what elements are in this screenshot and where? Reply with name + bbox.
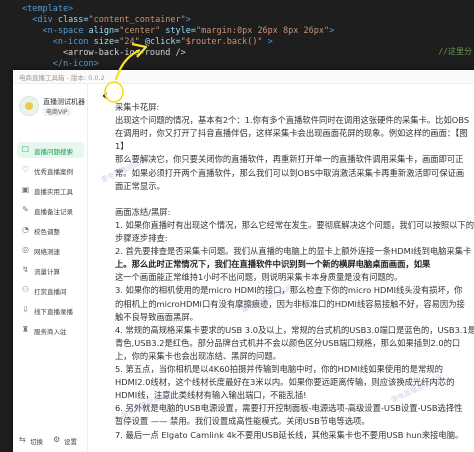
code-line: <template> [22, 4, 74, 14]
article-line: 步骤逐步排查: [115, 233, 168, 243]
article-line: 画面冻结/黑屏: [115, 206, 171, 217]
article-line: 的相机上的microHDMI口有没有摩擦痕迹，因为非标准口的HDMI线容易接触不… [115, 298, 465, 309]
sidebar-item[interactable]: ♜ 服务商入驻 [17, 322, 84, 338]
sidebar-item[interactable]: ↯ 流量计算 [17, 262, 84, 278]
sidebar-item[interactable]: ✎ 直播备注记录 [17, 202, 84, 218]
article-line: 青色,USB3.2是红色。部分品牌台式机并不会以颜色区分USB端口规格，那么如果… [115, 337, 461, 348]
sidebar-item-label: 流量计算 [34, 268, 60, 276]
sidebar-item-icon: ♡ [21, 165, 30, 174]
article-line: 这一个画面能正常维持1小时不出问题，则说明采集卡本身质量是没有问题的。 [115, 272, 403, 283]
article-content: ‹ 采集卡花屏: 出现这个问题的情况，基本有2个：1.你有多个直播软件同时在调用这… [89, 84, 474, 452]
sidebar-item-icon: ✎ [22, 205, 29, 214]
sidebar-item[interactable]: ▣ 直播实用工具 [17, 182, 84, 198]
code-line: <arrow-back-ios-round /> [22, 48, 186, 58]
gear-icon[interactable]: ⚙ [53, 435, 60, 444]
user-profile[interactable]: 直播测试机器 电商VIP [19, 92, 85, 122]
sidebar-item-icon: ↯ [22, 265, 29, 274]
sidebar-item-icon: ◔ [22, 225, 29, 234]
sidebar-item-icon: ▣ [21, 185, 30, 194]
switch-icon[interactable]: ⇆ [19, 435, 26, 444]
sidebar-item-label: 网络测速 [34, 248, 60, 256]
code-comment: //这里分 [438, 47, 472, 56]
sidebar-item-label: 校色调整 [34, 228, 60, 236]
sidebar-item-label: 服务商入驻 [34, 328, 67, 336]
switch-label[interactable]: 切换 [30, 436, 43, 446]
sidebar-item-icon: ◎ [22, 245, 29, 254]
sidebar-item-icon: ♜ [21, 325, 30, 334]
sidebar-item-label: 线下直播录播 [34, 308, 73, 316]
profile-tag: 电商VIP [43, 107, 71, 116]
sidebar-item-label: 直播实用工具 [34, 188, 73, 196]
sidebar-item[interactable]: ⚇ 打赏直播间 [17, 282, 84, 298]
app-window: 电商直播工具箱 - 版本: 0.0.2 直播测试机器 电商VIP ☐ 直播问题搜索… [13, 70, 474, 452]
settings-label[interactable]: 设置 [64, 436, 77, 446]
sidebar-item[interactable]: ♡ 优秀直播案例 [17, 162, 84, 178]
code-line: <div class="content_container"> [22, 15, 191, 25]
code-line: <n-icon size="24" @click="$router.back()… [22, 37, 273, 47]
sidebar-item-label: 优秀直播案例 [34, 168, 73, 176]
article-line: 2. 首先要排查是否采集卡问题。我们从直播的电脑上的显卡上额外连接一条HDMI线… [115, 246, 472, 257]
article-line: 上，你的采集卡也会出现冻结、黑屏的问题。 [115, 350, 281, 361]
sidebar-footer: ⇆ 切换 ⚙ 设置 [19, 434, 83, 446]
avatar [19, 96, 39, 116]
sidebar-item[interactable]: ⇩ 线下直播录播 [17, 302, 84, 318]
sidebar: 直播测试机器 电商VIP ☐ 直播问题搜索 ♡ 优秀直播案例 ▣ 直播实用工具 ✎ 直播备注记… [13, 84, 88, 452]
sidebar-item-icon: ⚇ [21, 285, 30, 294]
article-line: 触不良导致画面黑屏。 [115, 311, 198, 322]
article-line: 1】 [115, 141, 129, 152]
article-line: 4. 常规的高规格采集卡要求的USB 3.0及以上，常规的台式机的USB3.0端… [115, 324, 474, 335]
article-line: 面正常显示。 [115, 180, 165, 191]
sidebar-item[interactable]: ◎ 网络测速 [17, 242, 84, 258]
article-line: 7. 最后一点 Elgato Camlink 4k不要用USB延长线，其他采集卡… [115, 429, 464, 440]
article-line: 上。那么此时正常情况下，我们在直播软件中识别到一个新的横屏电脑桌面画面，如果 [115, 259, 431, 270]
sidebar-item-label: 直播备注记录 [34, 208, 73, 216]
code-line: <n-space align="center" style="margin:0p… [22, 26, 335, 36]
article-line: 常。如果必须打开两个直播软件，那么我们可以到OBS中取消激活采集卡再重新激活即可… [115, 167, 465, 178]
sidebar-item-label: 直播问题搜索 [34, 148, 73, 156]
sidebar-item[interactable]: ◔ 校色调整 [17, 222, 84, 238]
sidebar-item-icon: ⇩ [22, 305, 29, 314]
article-line: 暂停设置 —— 禁用。我们设置成高性能模式。关闭USB节电等选项。 [115, 416, 370, 427]
sidebar-item[interactable]: ☐ 直播问题搜索 [17, 142, 84, 158]
article-line: 出现这个问题的情况，基本有2个：1.你有多个直播软件同时在调用这张硬件的采集卡。… [115, 115, 470, 126]
code-line: </n-icon> [22, 59, 99, 69]
title-bar: 电商直播工具箱 - 版本: 0.0.2 [13, 70, 474, 84]
article-line: 6. 另外就是电脑的USB电源设置，需要打开控制面板-电源选项-高级设置-USB… [115, 403, 463, 414]
article-line: HDMI2.0线材，这个线材长度最好在3米以内。如果你要远距离传输，则应该换成光… [115, 377, 455, 388]
window-title: 电商直播工具箱 - 版本: 0.0.2 [19, 74, 105, 82]
sidebar-item-label: 打赏直播间 [34, 288, 67, 296]
article-line: 在调用时，你又打开了抖音直播伴侣，这样采集卡会出现画面花屏的现象。例如这样的画面… [115, 128, 468, 139]
profile-name: 直播测试机器 [43, 98, 85, 106]
article-line: 采集卡花屏: [115, 102, 160, 112]
article-line: 5. 第五点，当你相机是以4K60拍摄并传输到电脑中时，你的HDMI线如果使用的… [115, 364, 443, 374]
article-line: 1. 如果你直播时有出现这个情况，那么它经常在发生。要彻底解决这个问题，我们可以… [115, 219, 474, 230]
sidebar-item-icon: ☐ [21, 145, 30, 154]
article-line: 那么要解决它，你只要关闭你的直播软件，再重新打开单一的直播软件调用采集卡，画面即… [115, 154, 464, 165]
